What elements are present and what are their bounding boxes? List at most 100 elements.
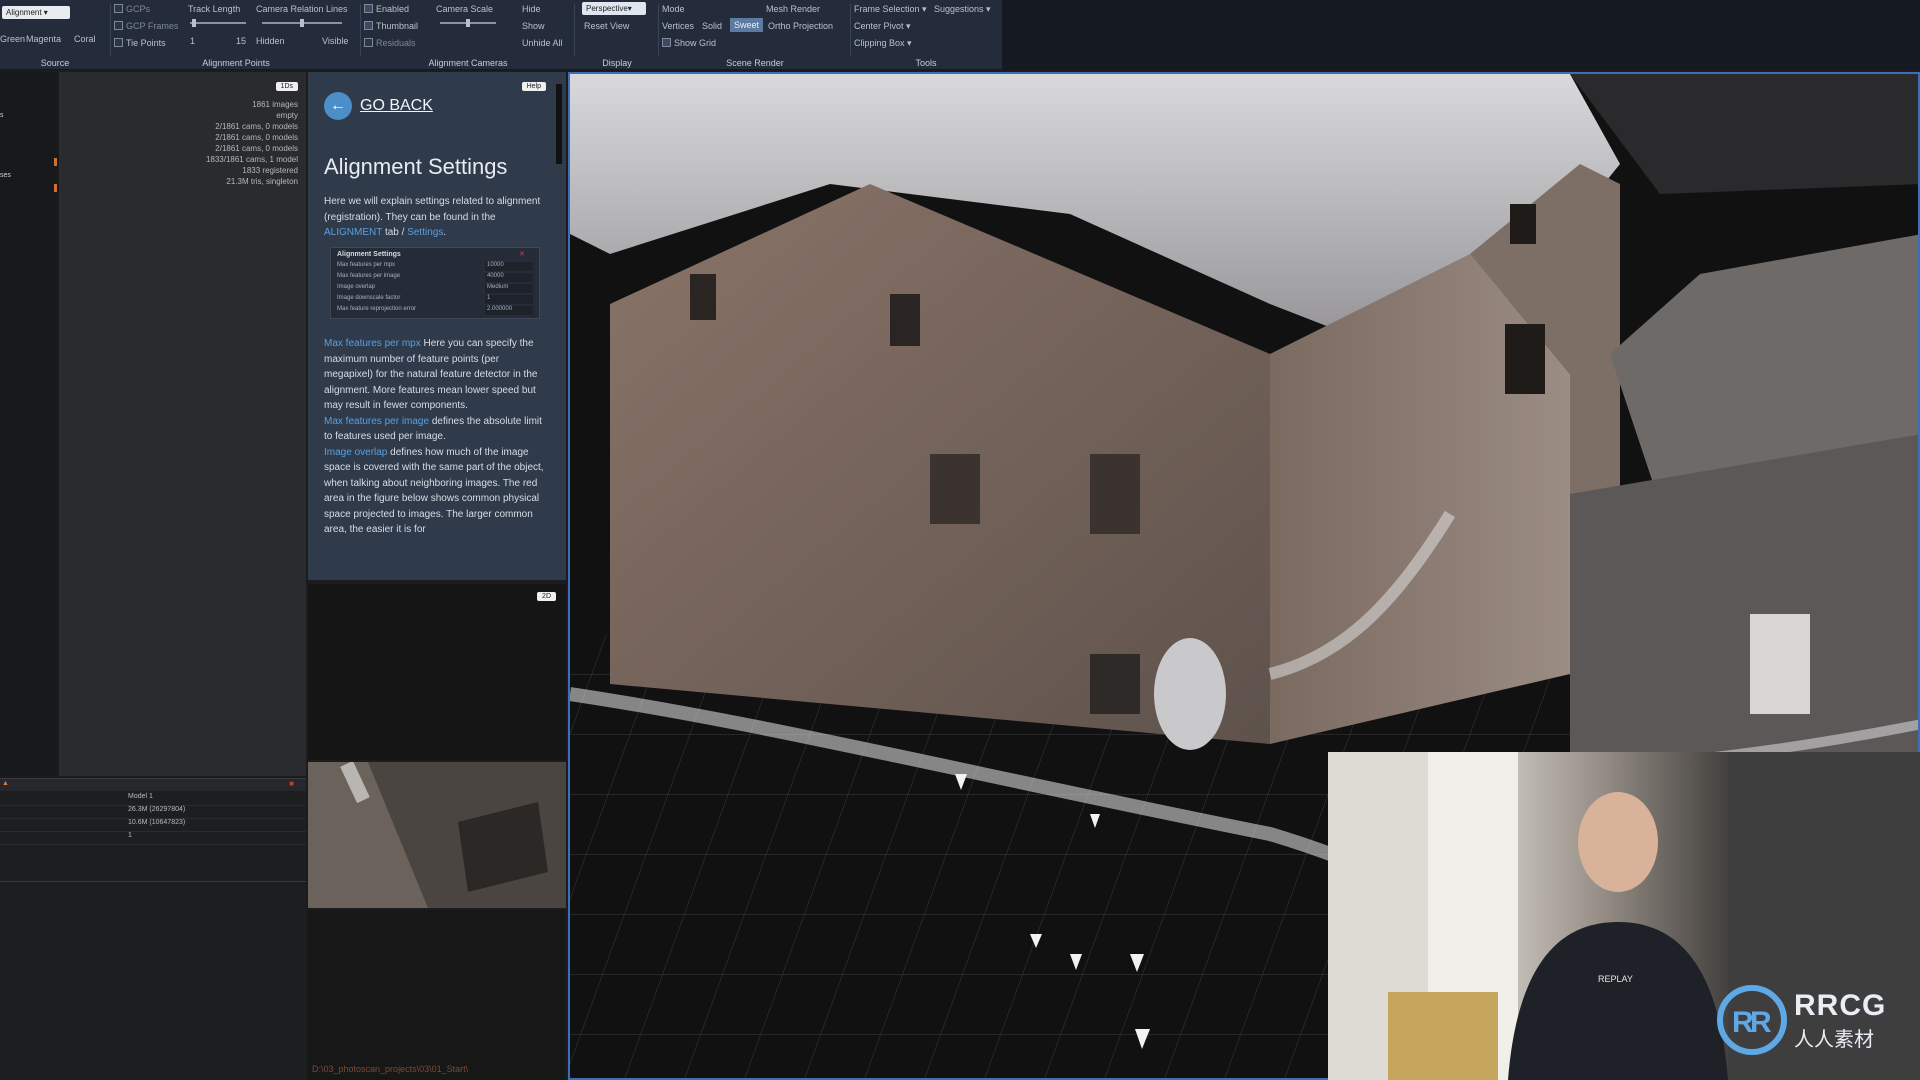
model-tris: 26.3M (26297804) [128, 806, 186, 813]
help-intro: Here we will explain settings related to… [324, 196, 541, 238]
alignment-cameras-group: Enabled Thumbnail Residuals Camera Scale… [362, 0, 574, 70]
camera-scale-slider[interactable] [440, 19, 496, 27]
track-max: 15 [236, 36, 247, 46]
gcps-checkbox[interactable]: GCPs [114, 4, 150, 14]
projection-dropdown[interactable]: Perspective▾ [582, 2, 646, 15]
ortho-projection-button[interactable]: Ortho Projection [768, 21, 833, 31]
gcps-label: GCPs [126, 4, 151, 14]
close-icon: ✕ [519, 251, 525, 258]
display-title: Display [602, 58, 632, 68]
relation-lines-slider[interactable] [262, 19, 342, 27]
settings-row: Image overlap Medium [337, 284, 535, 294]
solid-button[interactable]: Solid [702, 21, 722, 31]
source-magenta[interactable]: Magenta [26, 34, 61, 44]
window [930, 454, 980, 524]
suggestions-button[interactable]: Suggestions ▾ [934, 4, 991, 15]
max-features-image-link[interactable]: Max features per image [324, 416, 429, 427]
table-row: 26.3M (26297804) [0, 806, 306, 819]
file-path: D:\03_photoscan_projects\03\01_Start\ [312, 1064, 469, 1074]
gcp-frames-checkbox[interactable]: GCP Frames [114, 21, 178, 31]
show-button[interactable]: Show [522, 21, 545, 31]
frame-selection-button[interactable]: Frame Selection ▾ [854, 4, 927, 15]
model-name: Model 1 [128, 793, 153, 800]
setting-value: 40000 [485, 273, 533, 282]
ribbon-toolbar: Alignment ▾ Green Magenta Coral Source G… [0, 0, 1002, 70]
alignment-points-title: Alignment Points [202, 58, 270, 68]
residuals-label: Residuals [376, 38, 416, 48]
source-group: Alignment ▾ Green Magenta Coral Source [0, 0, 110, 70]
setting-value: 2.000000 [485, 306, 533, 315]
table-row: Model 1 [0, 793, 306, 806]
ribbon-divider [110, 4, 111, 56]
tree-label: s [0, 112, 4, 119]
go-back-button[interactable]: ← GO BACK [324, 92, 433, 120]
residuals-checkbox[interactable]: Residuals [364, 38, 416, 48]
tools-title: Tools [915, 58, 937, 68]
help-scrollbar[interactable] [556, 84, 562, 164]
ribbon-divider [360, 4, 361, 56]
alignment-points-group: GCPs GCP Frames Tie Points Track Length … [112, 0, 360, 70]
source-coral[interactable]: Coral [74, 34, 96, 44]
photo-thumbnail [308, 762, 566, 908]
tie-points-checkbox[interactable]: Tie Points [114, 38, 166, 48]
tie-points-label: Tie Points [126, 38, 166, 48]
setting-label: Image downscale factor [337, 295, 401, 301]
alignment-link[interactable]: ALIGNMENT [324, 227, 382, 238]
settings-link[interactable]: Settings [407, 227, 443, 238]
warning-icon: ▲ [2, 780, 9, 787]
track-length-slider[interactable] [190, 19, 246, 27]
image-overlap-link[interactable]: Image overlap [324, 447, 387, 458]
settings-row: Max features per image 40000 [337, 273, 535, 283]
track-length-knob[interactable] [192, 19, 196, 27]
ribbon-divider [850, 4, 851, 56]
source-green[interactable]: Green [0, 34, 25, 44]
settings-row: Max feature reprojection error 2.000000 [337, 306, 535, 316]
source-info: 1Ds 1861 images empty 2/1861 cams, 0 mod… [60, 72, 306, 776]
scene-render-title: Scene Render [726, 58, 784, 68]
show-grid-checkbox[interactable]: Show Grid [662, 38, 716, 48]
setting-value: Medium [485, 284, 533, 293]
source-panel: s ses 1Ds 1861 images empty 2/1861 cams,… [0, 72, 306, 776]
help-panel: Help ← GO BACK Alignment Settings Here w… [308, 72, 566, 580]
relation-lines-knob[interactable] [300, 19, 304, 27]
help-tag[interactable]: Help [521, 82, 546, 91]
source-group-title: Source [40, 58, 70, 68]
settings-row: Max features per mpx 10000 [337, 262, 535, 272]
svg-text:R: R [1750, 1006, 1772, 1039]
thumbnail-check-icon [364, 21, 373, 30]
info-line: 1833/1861 cams, 1 model [205, 155, 298, 164]
hide-button[interactable]: Hide [522, 4, 541, 14]
clipping-box-button[interactable]: Clipping Box ▾ [854, 38, 912, 49]
scene-render-group: Mode Mesh Render Vertices Solid Sweet Or… [660, 0, 850, 70]
source-dropdown-value: Alignment [6, 8, 42, 17]
display-group: Perspective▾ Reset View Display [576, 0, 658, 70]
close-icon[interactable]: ■ [289, 779, 294, 788]
source-dropdown[interactable]: Alignment ▾ [2, 6, 70, 19]
window [1510, 204, 1536, 244]
max-features-mpx-link[interactable]: Max features per mpx [324, 338, 421, 349]
gcps-check-icon [114, 4, 123, 13]
divider [0, 881, 306, 882]
unhide-all-button[interactable]: Unhide All [522, 38, 563, 48]
vertices-button[interactable]: Vertices [662, 21, 694, 31]
intro-text: tab / [384, 227, 405, 238]
graffiti-figure [1154, 638, 1226, 750]
tree-marker [54, 158, 57, 166]
1ds-tag[interactable]: 1Ds [275, 82, 298, 91]
watermark-sub: 人人素材 [1794, 1028, 1874, 1051]
enabled-checkbox[interactable]: Enabled [364, 4, 409, 14]
track-length-label: Track Length [188, 4, 241, 14]
settings-figure: Alignment Settings ✕ Max features per mp… [330, 247, 540, 319]
shirt-text: REPLAY [1598, 974, 1633, 984]
source-tree[interactable]: s ses [0, 72, 60, 776]
reset-view-button[interactable]: Reset View [584, 21, 629, 31]
thumbnail-checkbox[interactable]: Thumbnail [364, 21, 418, 31]
window [1750, 614, 1810, 714]
alignment-cameras-title: Alignment Cameras [428, 58, 508, 68]
2d-tag[interactable]: 2D [537, 592, 556, 601]
sweet-button[interactable]: Sweet [730, 18, 764, 32]
show-grid-check-icon [662, 38, 671, 47]
camera-scale-knob[interactable] [466, 19, 470, 27]
clipping-box-label: Clipping Box [854, 38, 905, 48]
center-pivot-button[interactable]: Center Pivot ▾ [854, 21, 911, 32]
